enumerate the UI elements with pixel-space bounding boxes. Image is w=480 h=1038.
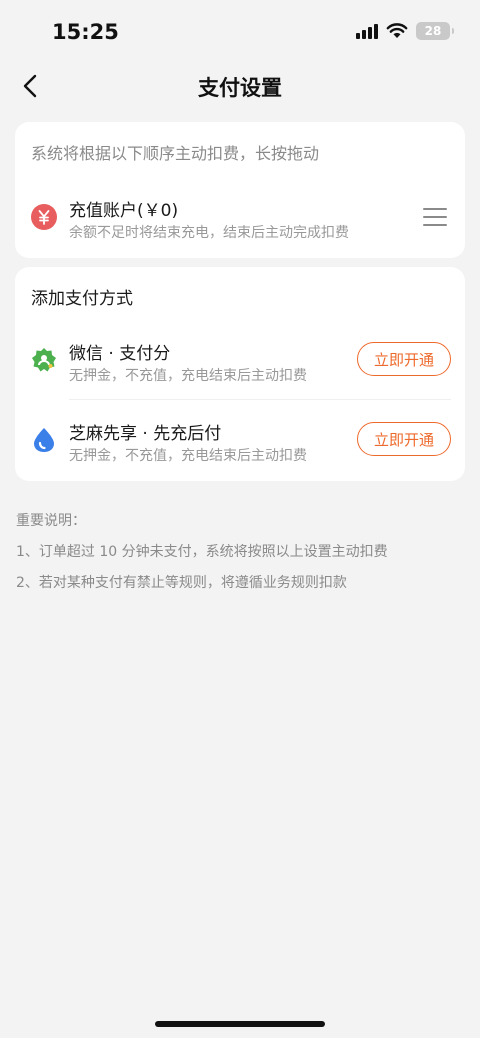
payment-method-sesame: 芝麻先享 · 先充后付 无押金，不充值，充电结束后主动扣费 立即开通	[15, 419, 465, 469]
signal-icon	[356, 23, 378, 39]
wechat-pay-score-icon	[31, 347, 57, 373]
drag-handle-icon[interactable]	[423, 208, 447, 226]
note-item: 1、订单超过 10 分钟未支付，系统将按照以上设置主动扣费	[16, 544, 388, 560]
status-bar: 15:25 28	[0, 0, 480, 64]
add-payment-title: 添加支付方式	[31, 289, 133, 309]
sesame-open-button[interactable]: 立即开通	[357, 422, 451, 456]
wechat-method-subtitle: 无押金，不充值，充电结束后主动扣费	[69, 368, 307, 384]
yuan-icon	[31, 204, 57, 230]
wifi-icon	[386, 23, 408, 38]
recharge-account-subtitle: 余额不足时将结束充电，结束后主动完成扣费	[69, 225, 349, 241]
payment-order-card: 系统将根据以下顺序主动扣费，长按拖动 充值账户(￥0) 余额不足时将结束充电，结…	[15, 122, 465, 258]
note-item: 2、若对某种支付有禁止等规则，将遵循业务规则扣款	[16, 575, 347, 591]
battery-level: 28	[424, 24, 442, 38]
order-hint: 系统将根据以下顺序主动扣费，长按拖动	[31, 144, 320, 163]
battery-icon: 28	[416, 22, 454, 40]
status-time: 15:25	[52, 20, 119, 44]
status-icons: 28	[356, 22, 454, 40]
recharge-account-title: 充值账户(￥0)	[69, 201, 179, 221]
payment-method-wechat: 微信 · 支付分 无押金，不充值，充电结束后主动扣费 立即开通	[15, 339, 465, 389]
page-title: 支付设置	[198, 76, 282, 100]
sesame-credit-icon	[31, 427, 57, 453]
home-indicator	[155, 1021, 325, 1027]
recharge-account-row[interactable]: 充值账户(￥0) 余额不足时将结束充电，结束后主动完成扣费	[15, 196, 465, 246]
divider	[69, 399, 451, 400]
nav-bar: 支付设置	[0, 64, 480, 108]
add-payment-method-card: 添加支付方式 微信 · 支付分 无押金，不充值，充电结束后主动扣费 立即开通 芝…	[15, 267, 465, 481]
wechat-open-button[interactable]: 立即开通	[357, 342, 451, 376]
important-notes: 重要说明： 1、订单超过 10 分钟未支付，系统将按照以上设置主动扣费 2、若对…	[16, 512, 388, 605]
notes-heading: 重要说明：	[16, 513, 86, 529]
wechat-method-title: 微信 · 支付分	[69, 344, 171, 364]
sesame-method-title: 芝麻先享 · 先充后付	[69, 424, 222, 444]
sesame-method-subtitle: 无押金，不充值，充电结束后主动扣费	[69, 448, 307, 464]
